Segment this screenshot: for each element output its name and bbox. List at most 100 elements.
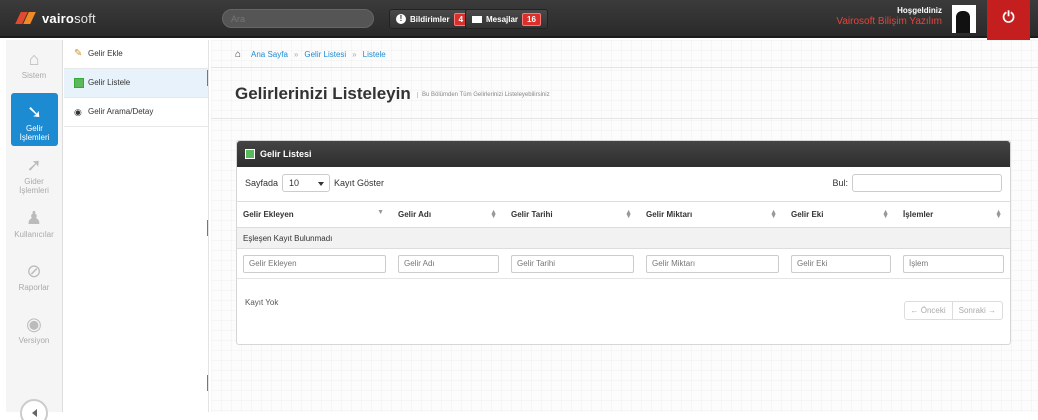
panel-header: Gelir Listesi — [237, 141, 1010, 167]
mail-icon — [472, 15, 482, 23]
sidebar-item-label: Raporlar — [18, 283, 50, 292]
logo-text-suffix: soft — [74, 11, 96, 26]
divider — [211, 67, 1038, 68]
filter-gelir-eki[interactable] — [791, 254, 891, 273]
sidebar-item-gider[interactable]: ➚ Gider İşlemleri — [6, 146, 62, 199]
filter-gelir-tarihi[interactable] — [511, 254, 634, 273]
column-label: İşlemler — [903, 210, 934, 219]
filter-row — [237, 248, 1010, 279]
column-header[interactable]: Gelir Ekleyen ▼ — [237, 201, 392, 228]
page-title: Gelirlerinizi Listeleyin — [235, 84, 411, 103]
sidebar-item-label: Kullanıcılar — [14, 230, 54, 239]
main-content: ⌂ Ana Sayfa » Gelir Listesi » Listele Ge… — [211, 40, 1038, 412]
breadcrumb-gelir-listesi[interactable]: Gelir Listesi — [304, 50, 346, 59]
eye-icon: ◉ — [74, 107, 82, 117]
breadcrumb-separator: » — [293, 50, 299, 59]
sidebar-item-label: Gider İşlemleri — [19, 177, 49, 195]
sidebar-item-kullanicilar[interactable]: ♟ Kullanıcılar — [6, 199, 62, 252]
sort-icon: ▲ ▼ — [770, 209, 777, 220]
submenu-item-gelir-ekle[interactable]: ✎ Gelir Ekle — [64, 40, 208, 69]
paperclip-icon: ⊘ — [26, 261, 42, 281]
resize-handle[interactable] — [205, 70, 210, 400]
home-icon[interactable]: ⌂ — [235, 50, 245, 60]
next-page-button[interactable]: Sonraki → — [951, 302, 1002, 319]
notifications-label: Bildirimler — [410, 14, 450, 24]
table-icon — [245, 149, 255, 159]
arrow-down-icon: ➘ — [26, 102, 43, 122]
income-table: Gelir Ekleyen ▼ Gelir Adı ▲ ▼ Gelir Tarihi ▲… — [237, 201, 1010, 279]
column-label: Gelir Eki — [791, 210, 824, 219]
sidebar-item-raporlar[interactable]: ⊘ Raporlar — [6, 252, 62, 305]
filter-gelir-miktari[interactable] — [646, 254, 779, 273]
column-label: Gelir Adı — [398, 210, 432, 219]
toggle-icon: ◉ — [26, 314, 42, 334]
sidebar-item-label: Versiyon — [18, 336, 50, 345]
column-header[interactable]: Gelir Miktarı ▲ ▼ — [640, 201, 785, 228]
panel-title: Gelir Listesi — [260, 149, 312, 159]
find-label: Bul: — [832, 178, 848, 188]
filter-gelir-adi[interactable] — [398, 254, 499, 273]
logo[interactable]: vairosoft — [15, 11, 96, 26]
chevron-left-icon — [31, 409, 37, 417]
column-label: Gelir Miktarı — [646, 210, 693, 219]
filter-gelir-ekleyen[interactable] — [243, 254, 386, 273]
page-subtitle: Bu Bölümden Tüm Gelirlerinizi Listeleyeb… — [417, 92, 550, 98]
alert-icon: ! — [396, 14, 406, 24]
breadcrumb-home[interactable]: Ana Sayfa — [251, 50, 288, 59]
sidebar-item-versiyon[interactable]: ◉ Versiyon — [6, 305, 62, 358]
submenu-item-label: Gelir Listele — [88, 78, 131, 87]
column-header[interactable]: İşlemler ▲ ▼ — [897, 201, 1010, 228]
avatar[interactable] — [952, 5, 976, 33]
table-row: Eşleşen Kayıt Bulunmadı — [237, 227, 1010, 249]
sort-icon: ▲ ▼ — [882, 209, 889, 220]
messages-label: Mesajlar — [486, 14, 519, 24]
collapse-sidebar-button[interactable] — [20, 399, 48, 420]
sidebar-item-sistem[interactable]: ⌂ Sistem — [6, 40, 62, 93]
breadcrumb-listele[interactable]: Listele — [363, 50, 386, 59]
breadcrumb-separator: » — [352, 50, 357, 59]
sort-icon: ▲ ▼ — [995, 209, 1002, 220]
sidebar-item-gelir[interactable]: ➘ Gelir İşlemleri — [11, 93, 58, 146]
submenu-item-gelir-listele[interactable]: Gelir Listele — [64, 69, 208, 98]
messages-badge: 16 — [522, 12, 541, 26]
sidebar-item-label: Sistem — [21, 71, 47, 80]
arrow-up-icon: ➚ — [26, 155, 42, 175]
user-greeting: Hoşgeldiniz Vairosoft Bilişim Yazılım — [836, 6, 942, 27]
column-header[interactable]: Gelir Tarihi ▲ ▼ — [505, 201, 640, 228]
logo-mark-icon — [15, 12, 40, 24]
app-window: vairosoft ! Bildirimler 4 Mesajlar 16 Ho… — [0, 0, 1038, 420]
prev-page-button[interactable]: ← Önceki — [905, 302, 952, 319]
sort-icon: ▲ ▼ — [490, 209, 497, 220]
submenu-item-gelir-arama[interactable]: ◉ Gelir Arama/Detay — [64, 98, 208, 127]
sort-icon: ▲ ▼ — [625, 209, 632, 220]
page-size-control: Sayfada 10 Kayıt Göster — [245, 174, 384, 192]
search-control: Bul: — [832, 174, 1002, 192]
page-size-suffix: Kayıt Göster — [334, 178, 385, 188]
pagination: ← Önceki Sonraki → — [903, 301, 1003, 320]
wand-icon: ✎ — [74, 48, 83, 59]
column-header[interactable]: Gelir Eki ▲ ▼ — [785, 201, 897, 228]
page-size-value: 10 — [289, 178, 300, 188]
notifications-button[interactable]: ! Bildirimler 4 — [389, 9, 476, 29]
filter-islem[interactable] — [903, 254, 1004, 273]
home-icon: ⌂ — [28, 49, 40, 69]
empty-message: Eşleşen Kayıt Bulunmadı — [237, 227, 1010, 249]
breadcrumb: ⌂ Ana Sayfa » Gelir Listesi » Listele — [235, 50, 386, 60]
company-name[interactable]: Vairosoft Bilişim Yazılım — [836, 16, 942, 27]
page-size-select[interactable]: 10 — [282, 174, 331, 192]
submenu-item-label: Gelir Arama/Detay — [88, 107, 154, 116]
table-search-input[interactable] — [852, 174, 1002, 192]
column-label: Gelir Ekleyen — [243, 210, 294, 219]
column-label: Gelir Tarihi — [511, 210, 553, 219]
column-header[interactable]: Gelir Adı ▲ ▼ — [392, 201, 505, 228]
greeting-text: Hoşgeldiniz — [897, 6, 942, 15]
sort-desc-icon: ▼ — [377, 209, 384, 216]
income-list-panel: Gelir Listesi Sayfada 10 Kayıt Göster Bu… — [236, 140, 1011, 345]
user-add-icon: ♟ — [25, 208, 43, 228]
record-count-text: Kayıt Yok — [245, 298, 279, 307]
sidebar-item-label: Gelir İşlemleri — [19, 124, 50, 142]
divider — [211, 118, 1038, 119]
messages-button[interactable]: Mesajlar 16 — [465, 9, 548, 29]
search-input[interactable] — [222, 9, 374, 28]
top-bar: vairosoft ! Bildirimler 4 Mesajlar 16 Ho… — [0, 0, 1038, 38]
